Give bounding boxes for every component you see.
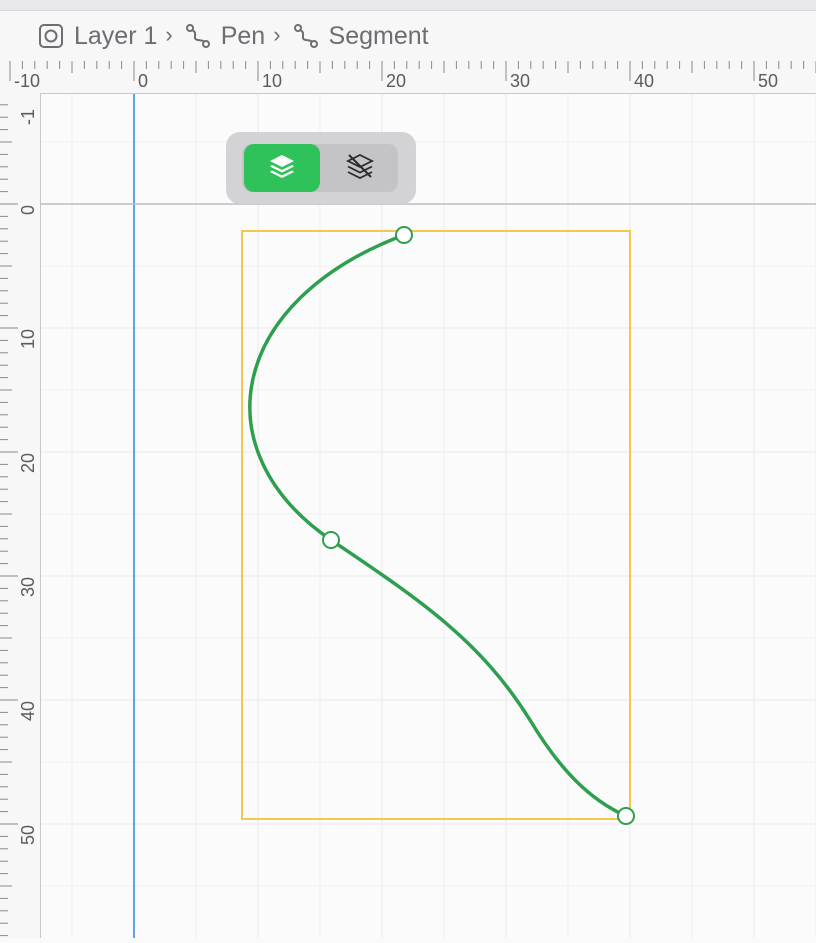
layers-icon	[267, 151, 297, 186]
breadcrumb-item-layer[interactable]: Layer 1	[38, 22, 157, 51]
ruler-label: 50	[758, 71, 778, 91]
ruler-label: 40	[18, 701, 38, 721]
drawing-canvas[interactable]	[41, 94, 816, 938]
layer-visibility-toggle	[226, 132, 416, 204]
breadcrumb-label-pen: Pen	[220, 21, 266, 50]
ruler-label: 30	[510, 71, 530, 91]
segment-path-icon	[293, 23, 319, 49]
ruler-label: 10	[262, 71, 282, 91]
breadcrumb-separator: ›	[273, 22, 281, 47]
anchor-point-middle[interactable]	[322, 531, 340, 549]
show-layers-button[interactable]	[244, 144, 320, 192]
layers-off-icon	[345, 151, 375, 186]
breadcrumb-item-segment[interactable]: Segment	[293, 22, 429, 51]
horizontal-ruler[interactable]: -10 0 10 20 30 40 50	[0, 61, 816, 94]
ruler-label: 50	[18, 825, 38, 845]
ruler-label: 40	[634, 71, 654, 91]
toggle-track	[242, 144, 398, 192]
ruler-label: 30	[18, 577, 38, 597]
breadcrumb-separator: ›	[165, 22, 173, 47]
hide-layers-button[interactable]	[322, 144, 398, 192]
selection-bounding-box[interactable]	[241, 230, 631, 820]
pen-path-segment[interactable]	[248, 233, 628, 818]
ruler-label: 20	[18, 453, 38, 473]
ruler-label: -10	[14, 71, 40, 91]
breadcrumb: Layer 1 › Pen › Segment	[0, 11, 816, 61]
ruler-label: 20	[386, 71, 406, 91]
vertical-ruler[interactable]: -1 0 10 20 30 40 50	[0, 93, 41, 938]
ruler-label: 0	[138, 71, 148, 91]
pen-path-icon	[185, 23, 211, 49]
anchor-point-end[interactable]	[617, 807, 635, 825]
breadcrumb-label-layer: Layer 1	[74, 21, 158, 50]
ruler-label: 0	[18, 205, 38, 215]
breadcrumb-item-pen[interactable]: Pen	[185, 22, 265, 51]
anchor-point-start[interactable]	[395, 226, 413, 244]
layer-frame-icon	[38, 23, 64, 49]
breadcrumb-label-segment: Segment	[328, 21, 429, 50]
ruler-label: 10	[18, 329, 38, 349]
ruler-label: -1	[18, 109, 38, 125]
window-top-strip	[0, 0, 816, 11]
canvas-grid	[41, 94, 816, 938]
